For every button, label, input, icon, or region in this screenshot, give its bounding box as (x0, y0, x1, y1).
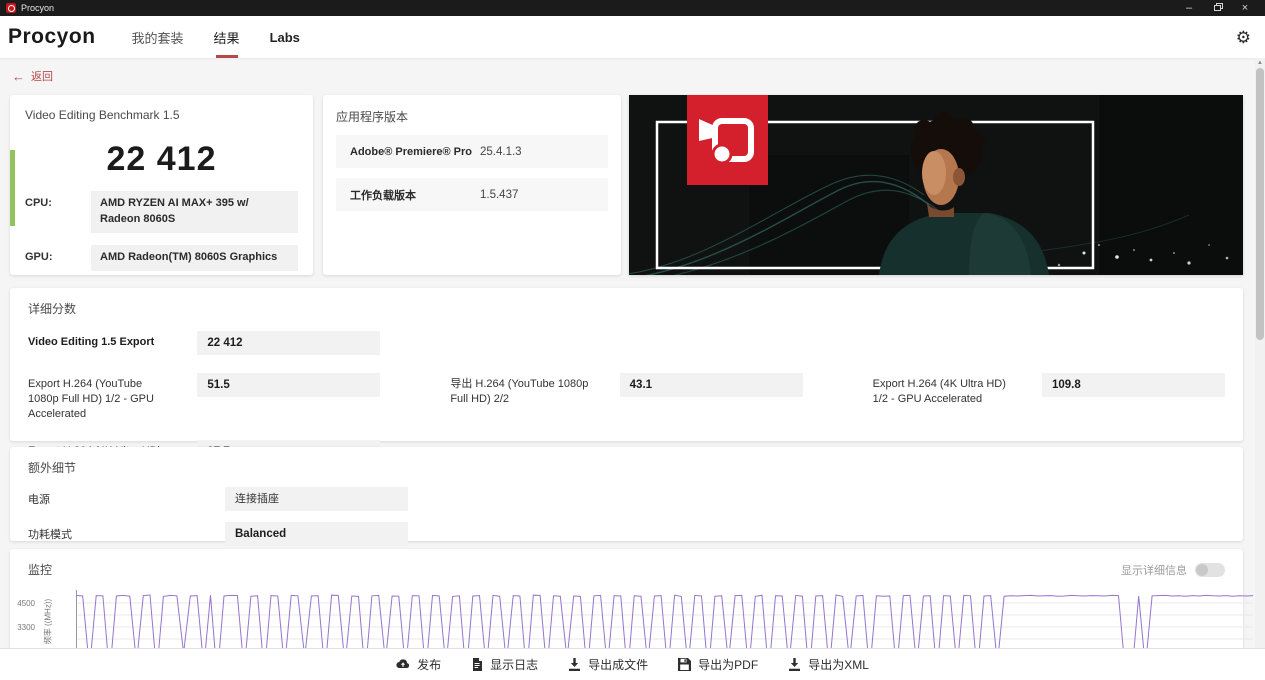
hero-illustration (629, 95, 1243, 275)
score-item-value: 22 412 (197, 331, 380, 355)
score-item: Video Editing 1.5 Export 22 412 (28, 331, 380, 355)
extra-details-card: 额外细节 电源 连接插座 功耗模式 Balanced (10, 447, 1243, 541)
publish-button[interactable]: 发布 (396, 656, 441, 673)
toggle-label: 显示详细信息 (1121, 562, 1187, 578)
cpu-label: CPU: (25, 191, 91, 233)
gpu-label: GPU: (25, 245, 91, 271)
version-row: Adobe® Premiere® Pro 25.4.1.3 (336, 135, 608, 168)
score-accent-bar (10, 150, 15, 226)
export-pdf-label: 导出为PDF (698, 656, 758, 673)
show-log-label: 显示日志 (490, 656, 538, 673)
export-pdf-button[interactable]: 导出为PDF (678, 656, 758, 673)
chart-y-axis-label: 频率 ((MHz)) (43, 592, 54, 652)
cpu-value: AMD RYZEN AI MAX+ 395 w/ Radeon 8060S (91, 191, 298, 233)
tab-results[interactable]: 结果 (214, 16, 240, 58)
vertical-scrollbar[interactable]: ▲ (1255, 58, 1265, 648)
ul-logo-icon (6, 3, 16, 13)
video-editing-logo-icon (687, 95, 768, 185)
tab-labs[interactable]: Labs (270, 16, 300, 58)
extra-detail-row: 电源 连接插座 (28, 487, 1225, 511)
score-item-label: Export H.264 (YouTube 1080p Full HD) 1/2… (28, 373, 175, 422)
brand-logo: Procyon (8, 25, 96, 49)
score-card: Video Editing Benchmark 1.5 22 412 CPU: … (10, 95, 313, 275)
show-details-toggle[interactable]: 显示详细信息 (1121, 562, 1225, 578)
navbar: Procyon 我的套装 结果 Labs ⚙ (0, 16, 1265, 58)
export-xml-button[interactable]: 导出为XML (788, 656, 869, 673)
close-button[interactable]: × (1231, 0, 1259, 16)
toggle-switch-icon (1195, 563, 1225, 577)
content-area: ← 返回 Video Editing Benchmark 1.5 22 412 … (0, 58, 1255, 648)
detailed-scores-card: 详细分数 Video Editing 1.5 Export 22 412 Exp… (10, 288, 1243, 441)
app-versions-card: 应用程序版本 Adobe® Premiere® Pro 25.4.1.3 工作负… (323, 95, 621, 275)
extra-detail-label: 电源 (28, 491, 203, 507)
score-item-label: Export H.264 (4K Ultra HD) 1/2 - GPU Acc… (873, 373, 1020, 407)
score-item: Export H.264 (4K Ultra HD) 1/2 - GPU Acc… (873, 373, 1225, 422)
scroll-up-arrow-icon[interactable]: ▲ (1255, 60, 1265, 66)
back-link[interactable]: ← 返回 (12, 68, 53, 84)
chart-y-tick: 4500 (5, 599, 35, 608)
chart-y-tick: 3300 (5, 623, 35, 632)
download-icon (568, 658, 581, 671)
score-item-label: Video Editing 1.5 Export (28, 331, 175, 350)
version-row: 工作负载版本 1.5.437 (336, 178, 608, 211)
cloud-upload-icon (396, 658, 410, 671)
score-item-value: 43.1 (620, 373, 803, 397)
tab-my-suites[interactable]: 我的套装 (132, 16, 184, 58)
benchmark-hero-image (629, 95, 1243, 275)
back-arrow-icon: ← (12, 69, 25, 84)
download-icon (788, 658, 801, 671)
log-document-icon (471, 658, 483, 671)
restore-icon (1214, 5, 1221, 11)
extra-details-title: 额外细节 (28, 459, 1225, 476)
monitoring-title: 监控 (28, 561, 52, 578)
titlebar-title: Procyon (21, 3, 54, 13)
version-label: Adobe® Premiere® Pro (350, 146, 480, 158)
footer-toolbar: 发布 显示日志 导出成文件 导出为PDF 导出为XML (0, 648, 1265, 680)
export-file-button[interactable]: 导出成文件 (568, 656, 648, 673)
cpu-row: CPU: AMD RYZEN AI MAX+ 395 w/ Radeon 806… (25, 191, 298, 233)
back-label: 返回 (31, 68, 53, 84)
publish-label: 发布 (417, 656, 441, 673)
score-item-label: 导出 H.264 (YouTube 1080p Full HD) 2/2 (450, 373, 597, 407)
show-log-button[interactable]: 显示日志 (471, 656, 538, 673)
save-pdf-icon (678, 658, 691, 671)
titlebar: Procyon – × (0, 0, 1265, 16)
app-versions-title: 应用程序版本 (336, 108, 608, 125)
gpu-row: GPU: AMD Radeon(TM) 8060S Graphics (25, 245, 298, 271)
benchmark-score: 22 412 (25, 140, 298, 179)
score-item-value: 109.8 (1042, 373, 1225, 397)
score-item: 导出 H.264 (YouTube 1080p Full HD) 2/2 43.… (450, 373, 802, 422)
benchmark-title: Video Editing Benchmark 1.5 (25, 108, 298, 122)
score-item: Export H.264 (YouTube 1080p Full HD) 1/2… (28, 373, 380, 422)
gpu-value: AMD Radeon(TM) 8060S Graphics (91, 245, 298, 271)
detailed-scores-title: 详细分数 (28, 300, 1225, 317)
extra-detail-value: Balanced (225, 522, 408, 546)
extra-detail-label: 功耗模式 (28, 526, 203, 542)
export-file-label: 导出成文件 (588, 656, 648, 673)
version-value: 1.5.437 (480, 189, 518, 201)
extra-detail-value: 连接插座 (225, 487, 408, 511)
minimize-button[interactable]: – (1175, 0, 1203, 16)
version-value: 25.4.1.3 (480, 146, 522, 158)
version-label: 工作负载版本 (350, 187, 480, 203)
gear-icon[interactable]: ⚙ (1236, 29, 1251, 46)
scrollbar-thumb[interactable] (1256, 68, 1264, 340)
extra-detail-row: 功耗模式 Balanced (28, 522, 1225, 546)
restore-button[interactable] (1203, 0, 1231, 16)
export-xml-label: 导出为XML (808, 656, 869, 673)
score-item-value: 51.5 (197, 373, 380, 397)
